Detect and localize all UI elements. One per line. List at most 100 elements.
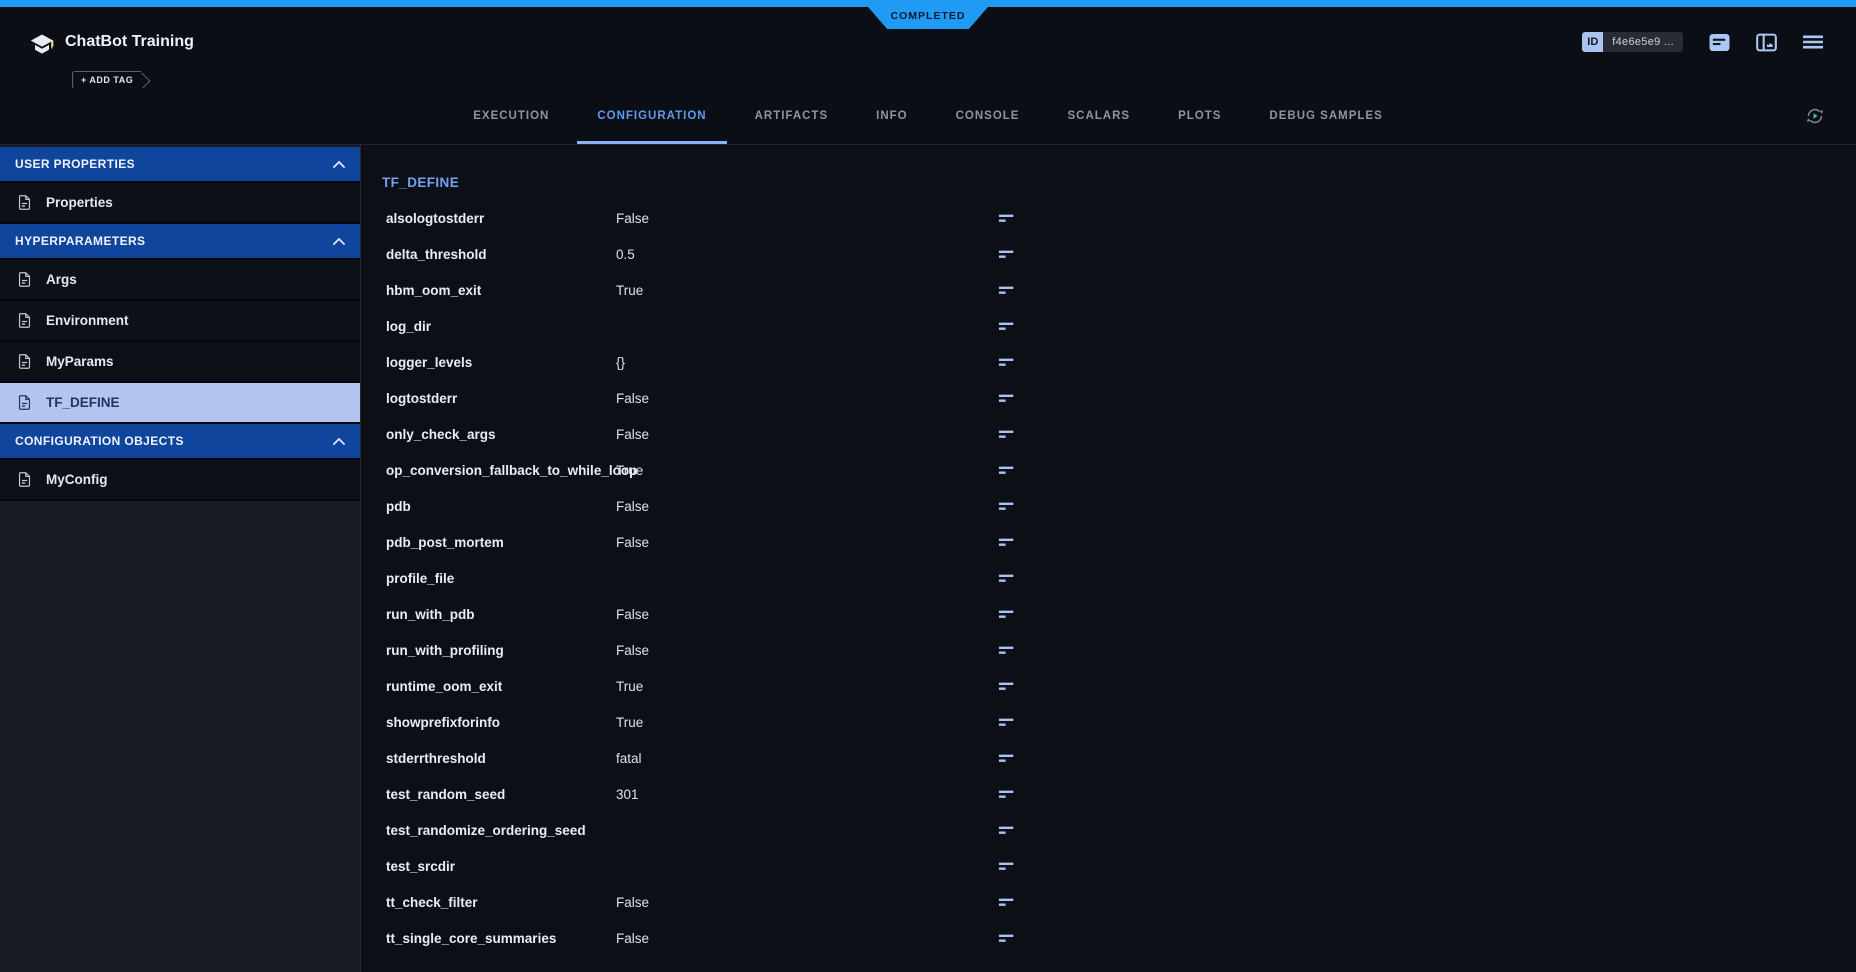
sidebar-item-label: MyParams [46,354,114,369]
sidebar-item-properties[interactable]: Properties [0,183,360,224]
tab-debug-samples[interactable]: DEBUG SAMPLES [1245,88,1406,144]
param-row: test_random_seed 301 [386,776,1856,812]
param-description-button[interactable] [996,389,1020,407]
param-row: delta_threshold 0.5 [386,236,1856,272]
param-value: False [616,427,996,442]
add-tag-label: + ADD TAG [81,75,133,85]
document-icon [16,312,33,329]
param-description-button[interactable] [996,929,1020,947]
param-value: False [616,391,996,406]
param-name: test_random_seed [386,787,616,802]
param-description-button[interactable] [996,425,1020,443]
param-name: hbm_oom_exit [386,283,616,298]
sidebar-item-args[interactable]: Args [0,260,360,301]
param-description-button[interactable] [996,461,1020,479]
short-text-icon [998,463,1016,477]
param-description-button[interactable] [996,317,1020,335]
param-value: False [616,607,996,622]
tab-artifacts[interactable]: ARTIFACTS [731,88,853,144]
param-row: tt_single_core_summaries False [386,920,1856,956]
tab-console[interactable]: CONSOLE [932,88,1044,144]
param-description-button[interactable] [996,641,1020,659]
param-name: tt_check_filter [386,895,616,910]
param-name: pdb [386,499,616,514]
tab-info[interactable]: INFO [852,88,931,144]
param-name: alsologtostderr [386,211,616,226]
details-card-button[interactable] [1709,33,1730,52]
param-row: pdb False [386,488,1856,524]
short-text-icon [998,607,1016,621]
sidebar-section-user-properties[interactable]: USER PROPERTIES [0,147,360,183]
param-description-button[interactable] [996,821,1020,839]
menu-button[interactable] [1803,34,1823,50]
sidebar-item-myconfig[interactable]: MyConfig [0,460,360,501]
sidebar-item-label: Properties [46,195,113,210]
id-value: f4e6e5e9 ... [1603,32,1683,52]
param-value: 0.5 [616,247,996,262]
param-name: profile_file [386,571,616,586]
short-text-icon [998,715,1016,729]
tab-configuration[interactable]: CONFIGURATION [573,88,730,144]
param-description-button[interactable] [996,569,1020,587]
sidebar-section-configuration-objects[interactable]: CONFIGURATION OBJECTS [0,424,360,460]
sidebar-section-title: CONFIGURATION OBJECTS [15,434,184,448]
tab-execution[interactable]: EXECUTION [449,88,573,144]
param-description-button[interactable] [996,749,1020,767]
tab-plots[interactable]: PLOTS [1154,88,1245,144]
param-description-button[interactable] [996,533,1020,551]
sidebar-item-environment[interactable]: Environment [0,301,360,342]
task-id-badge[interactable]: ID f4e6e5e9 ... [1582,32,1683,52]
short-text-icon [998,571,1016,585]
param-description-button[interactable] [996,605,1020,623]
tab-scalars[interactable]: SCALARS [1043,88,1154,144]
param-row: tt_check_filter False [386,884,1856,920]
document-icon [16,353,33,370]
param-name: stderrthreshold [386,751,616,766]
short-text-icon [998,895,1016,909]
param-description-button[interactable] [996,209,1020,227]
tab-label: CONFIGURATION [597,110,706,122]
param-name: logtostderr [386,391,616,406]
param-name: test_srcdir [386,859,616,874]
param-description-button[interactable] [996,857,1020,875]
param-description-button[interactable] [996,785,1020,803]
param-name: only_check_args [386,427,616,442]
sidebar-item-myparams[interactable]: MyParams [0,342,360,383]
add-tag-button[interactable]: + ADD TAG [72,71,141,89]
content-section-title: TF_DEFINE [382,175,1856,190]
param-description-button[interactable] [996,497,1020,515]
param-description-button[interactable] [996,245,1020,263]
param-description-button[interactable] [996,353,1020,371]
layout-panel-icon [1756,33,1777,52]
layout-panel-button[interactable] [1756,33,1777,52]
param-name: delta_threshold [386,247,616,262]
sidebar-section-hyperparameters[interactable]: HYPERPARAMETERS [0,224,360,260]
param-name: logger_levels [386,355,616,370]
param-name: run_with_pdb [386,607,616,622]
header-actions: ID f4e6e5e9 ... [1582,32,1823,52]
param-description-button[interactable] [996,713,1020,731]
param-description-button[interactable] [996,677,1020,695]
auto-refresh-button[interactable] [1804,105,1826,127]
document-icon [16,471,33,488]
body: USER PROPERTIES Properties HYPERPARAMETE… [0,145,1856,972]
tab-label: ARTIFACTS [755,110,829,122]
auto-refresh-icon [1804,105,1826,127]
tab-label: DEBUG SAMPLES [1269,110,1382,122]
param-name: tt_single_core_summaries [386,931,616,946]
short-text-icon [998,247,1016,261]
sidebar-item-tf-define[interactable]: TF_DEFINE [0,383,360,424]
short-text-icon [998,787,1016,801]
param-name: runtime_oom_exit [386,679,616,694]
id-label: ID [1582,32,1603,52]
param-value: False [616,211,996,226]
chevron-up-icon [333,238,345,245]
param-description-button[interactable] [996,281,1020,299]
document-icon [16,194,33,211]
param-row: run_with_pdb False [386,596,1856,632]
param-row: log_dir [386,308,1856,344]
sidebar-item-label: TF_DEFINE [46,395,120,410]
param-description-button[interactable] [996,893,1020,911]
param-value: False [616,535,996,550]
param-row: alsologtostderr False [386,200,1856,236]
